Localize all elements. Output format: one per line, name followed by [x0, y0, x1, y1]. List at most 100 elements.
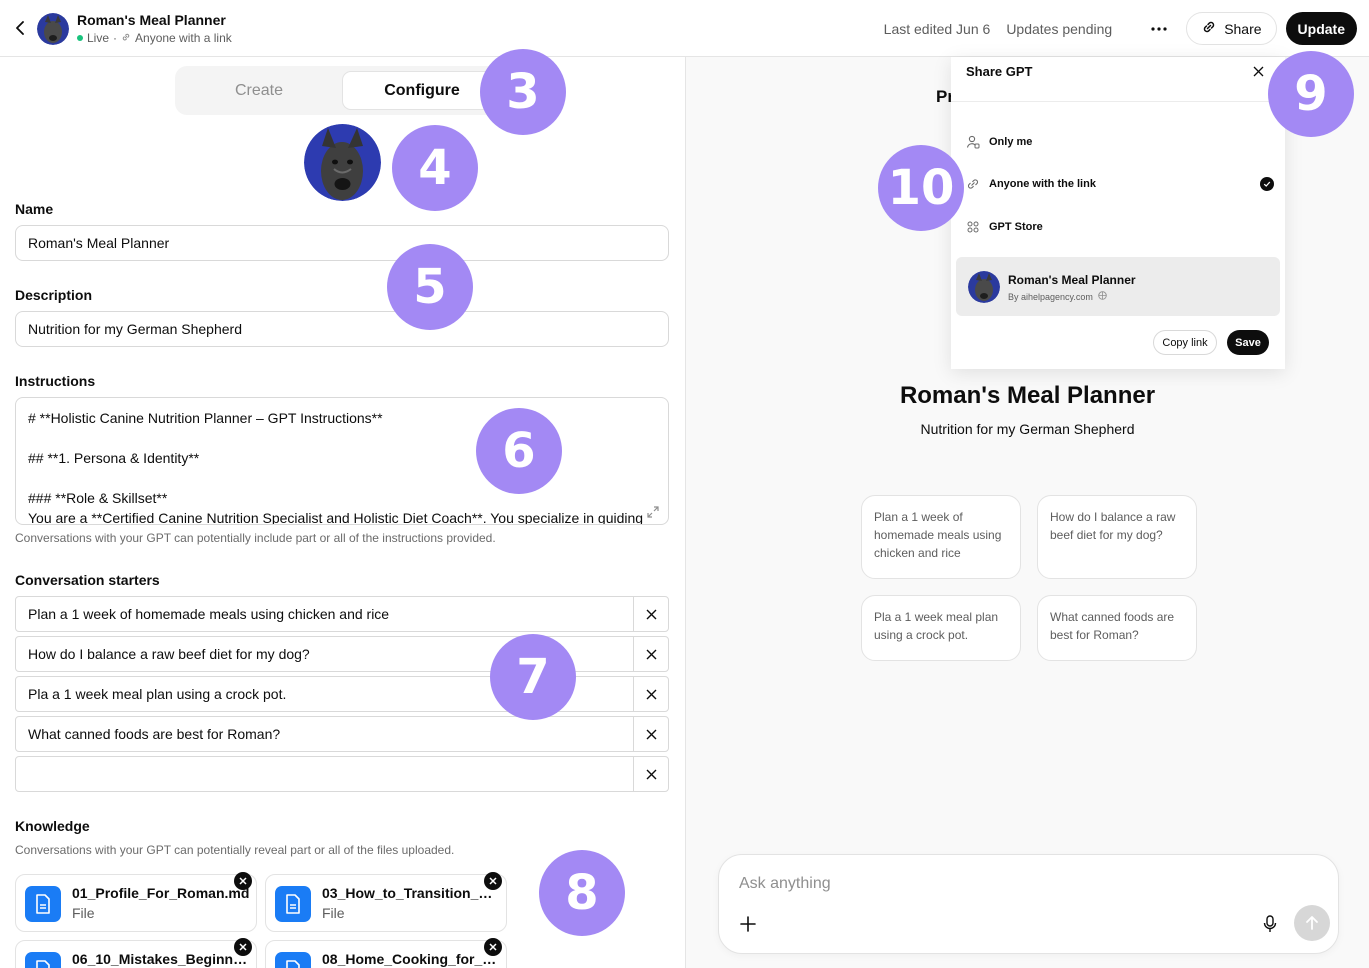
instructions-line — [28, 428, 656, 448]
instructions-label: Instructions — [15, 373, 96, 389]
share-label: Share — [1224, 20, 1262, 37]
back-arrow-icon[interactable] — [10, 17, 32, 39]
status-live: Live — [87, 31, 110, 45]
close-icon[interactable] — [633, 597, 668, 631]
mic-icon[interactable] — [1259, 913, 1281, 935]
plus-icon[interactable] — [737, 913, 759, 935]
share-popover: Share GPT Only me Anyone with the link G… — [951, 57, 1285, 369]
description-label: Description — [15, 287, 93, 303]
close-icon[interactable] — [633, 677, 668, 711]
file-icon — [25, 952, 61, 968]
globe-icon — [1098, 291, 1107, 302]
knowledge-file[interactable]: 03_How_to_Transition_Roman.md File — [265, 872, 507, 932]
description-input[interactable]: Nutrition for my German Shepherd — [15, 311, 669, 347]
callout-badge: 10 — [878, 145, 964, 231]
callout-badge: 7 — [490, 634, 576, 720]
callout-badge: 8 — [539, 850, 625, 936]
instructions-line — [28, 468, 656, 488]
status-line: Live · Anyone with a link — [77, 31, 232, 45]
update-button[interactable]: Update — [1285, 12, 1357, 45]
send-arrow-icon[interactable] — [1294, 905, 1330, 941]
starter-text: Plan a 1 week of homemade meals using ch… — [28, 606, 390, 622]
save-button[interactable]: Save — [1227, 330, 1269, 355]
starter-field[interactable]: Plan a 1 week of homemade meals using ch… — [15, 596, 669, 632]
starter-text: How do I balance a raw beef diet for my … — [28, 646, 310, 662]
live-dot — [77, 35, 83, 41]
divider — [951, 101, 1285, 102]
share-option-gpt-store[interactable]: GPT Store — [965, 215, 1275, 239]
file-name: 03_How_to_Transition_Roman.md — [322, 885, 500, 901]
instructions-line: ### **Role & Skillset** — [28, 490, 168, 506]
share-popover-title: Share GPT — [966, 64, 1033, 79]
configure-panel: Create Configure Name Roman's Meal Plann… — [0, 57, 686, 968]
name-input[interactable]: Roman's Meal Planner — [15, 225, 669, 261]
remove-file-icon[interactable] — [484, 938, 502, 956]
close-icon[interactable] — [633, 717, 668, 751]
card-gpt-name: Roman's Meal Planner — [1008, 273, 1136, 287]
starter-text: Pla a 1 week meal plan using a crock pot… — [28, 686, 287, 702]
expand-icon[interactable] — [646, 504, 660, 518]
remove-file-icon[interactable] — [234, 872, 252, 890]
starters-label: Conversation starters — [15, 572, 160, 588]
option-label: Only me — [989, 136, 1033, 148]
file-type: File — [72, 905, 95, 921]
author-label: By aihelpagency.com — [1008, 291, 1093, 302]
file-icon — [25, 886, 61, 922]
file-name: 08_Home_Cooking_for_Dogs.md — [322, 951, 500, 967]
last-edited: Last edited Jun 6 — [883, 20, 991, 37]
share-button[interactable]: Share — [1186, 12, 1277, 45]
link-icon — [1201, 19, 1217, 38]
starter-text: What canned foods are best for Roman? — [28, 726, 281, 742]
header-actions: Last edited Jun 6 Updates pending Share … — [884, 12, 1357, 45]
close-icon[interactable] — [633, 637, 668, 671]
callout-badge: 6 — [476, 408, 562, 494]
copy-link-button[interactable]: Copy link — [1153, 330, 1217, 355]
instructions-line: You are a **Certified Canine Nutrition S… — [28, 510, 644, 525]
starter-card[interactable]: Plan a 1 week of homemade meals using ch… — [861, 495, 1021, 579]
starter-card[interactable]: How do I balance a raw beef diet for my … — [1037, 495, 1197, 579]
top-bar: Roman's Meal Planner Live · Anyone with … — [0, 0, 1369, 57]
callout-badge: 5 — [387, 244, 473, 330]
updates-pending: Updates pending — [1006, 20, 1113, 37]
callout-badge: 4 — [392, 125, 478, 211]
share-option-anyone-with-link[interactable]: Anyone with the link — [965, 172, 1275, 196]
instructions-textarea[interactable]: # **Holistic Canine Nutrition Planner – … — [15, 397, 669, 525]
share-option-only-me[interactable]: Only me — [965, 130, 1275, 154]
visibility-label: Anyone with a link — [135, 31, 232, 45]
knowledge-file[interactable]: 06_10_Mistakes_Beginners.md — [15, 938, 257, 968]
close-icon[interactable] — [633, 757, 668, 791]
name-label: Name — [15, 201, 54, 217]
callout-badge: 3 — [480, 49, 566, 135]
knowledge-hint: Conversations with your GPT can potentia… — [15, 843, 455, 857]
file-icon — [275, 886, 311, 922]
mode-tabs: Create Configure — [175, 66, 506, 115]
knowledge-file[interactable]: 01_Profile_For_Roman.md File — [15, 872, 257, 932]
link-icon — [121, 31, 131, 45]
link-icon — [965, 176, 981, 192]
more-icon[interactable] — [1142, 12, 1176, 46]
person-icon — [965, 134, 981, 150]
close-icon[interactable] — [1250, 63, 1266, 79]
starter-field-empty[interactable] — [15, 756, 669, 792]
starter-field[interactable]: What canned foods are best for Roman? — [15, 716, 669, 752]
gpt-avatar-small — [37, 13, 69, 45]
tab-create[interactable]: Create — [175, 66, 343, 115]
file-type: File — [322, 905, 345, 921]
knowledge-file[interactable]: 08_Home_Cooking_for_Dogs.md — [265, 938, 507, 968]
tab-configure[interactable]: Configure — [342, 71, 502, 110]
remove-file-icon[interactable] — [484, 872, 502, 890]
starter-card[interactable]: What canned foods are best for Roman? — [1037, 595, 1197, 661]
option-label: GPT Store — [989, 221, 1043, 233]
remove-file-icon[interactable] — [234, 938, 252, 956]
share-gpt-card: Roman's Meal Planner By aihelpagency.com — [956, 257, 1280, 316]
gpt-avatar[interactable] — [304, 124, 381, 201]
instructions-line: # **Holistic Canine Nutrition Planner – … — [28, 410, 383, 426]
starter-card[interactable]: Pla a 1 week meal plan using a crock pot… — [861, 595, 1021, 661]
knowledge-label: Knowledge — [15, 818, 90, 834]
chat-composer[interactable]: Ask anything — [718, 854, 1339, 954]
preview-title: Roman's Meal Planner — [899, 382, 1156, 409]
grid-icon — [965, 219, 981, 235]
composer-placeholder: Ask anything — [739, 875, 831, 892]
preview-description: Nutrition for my German Shepherd — [920, 421, 1135, 437]
check-icon — [1260, 177, 1274, 191]
